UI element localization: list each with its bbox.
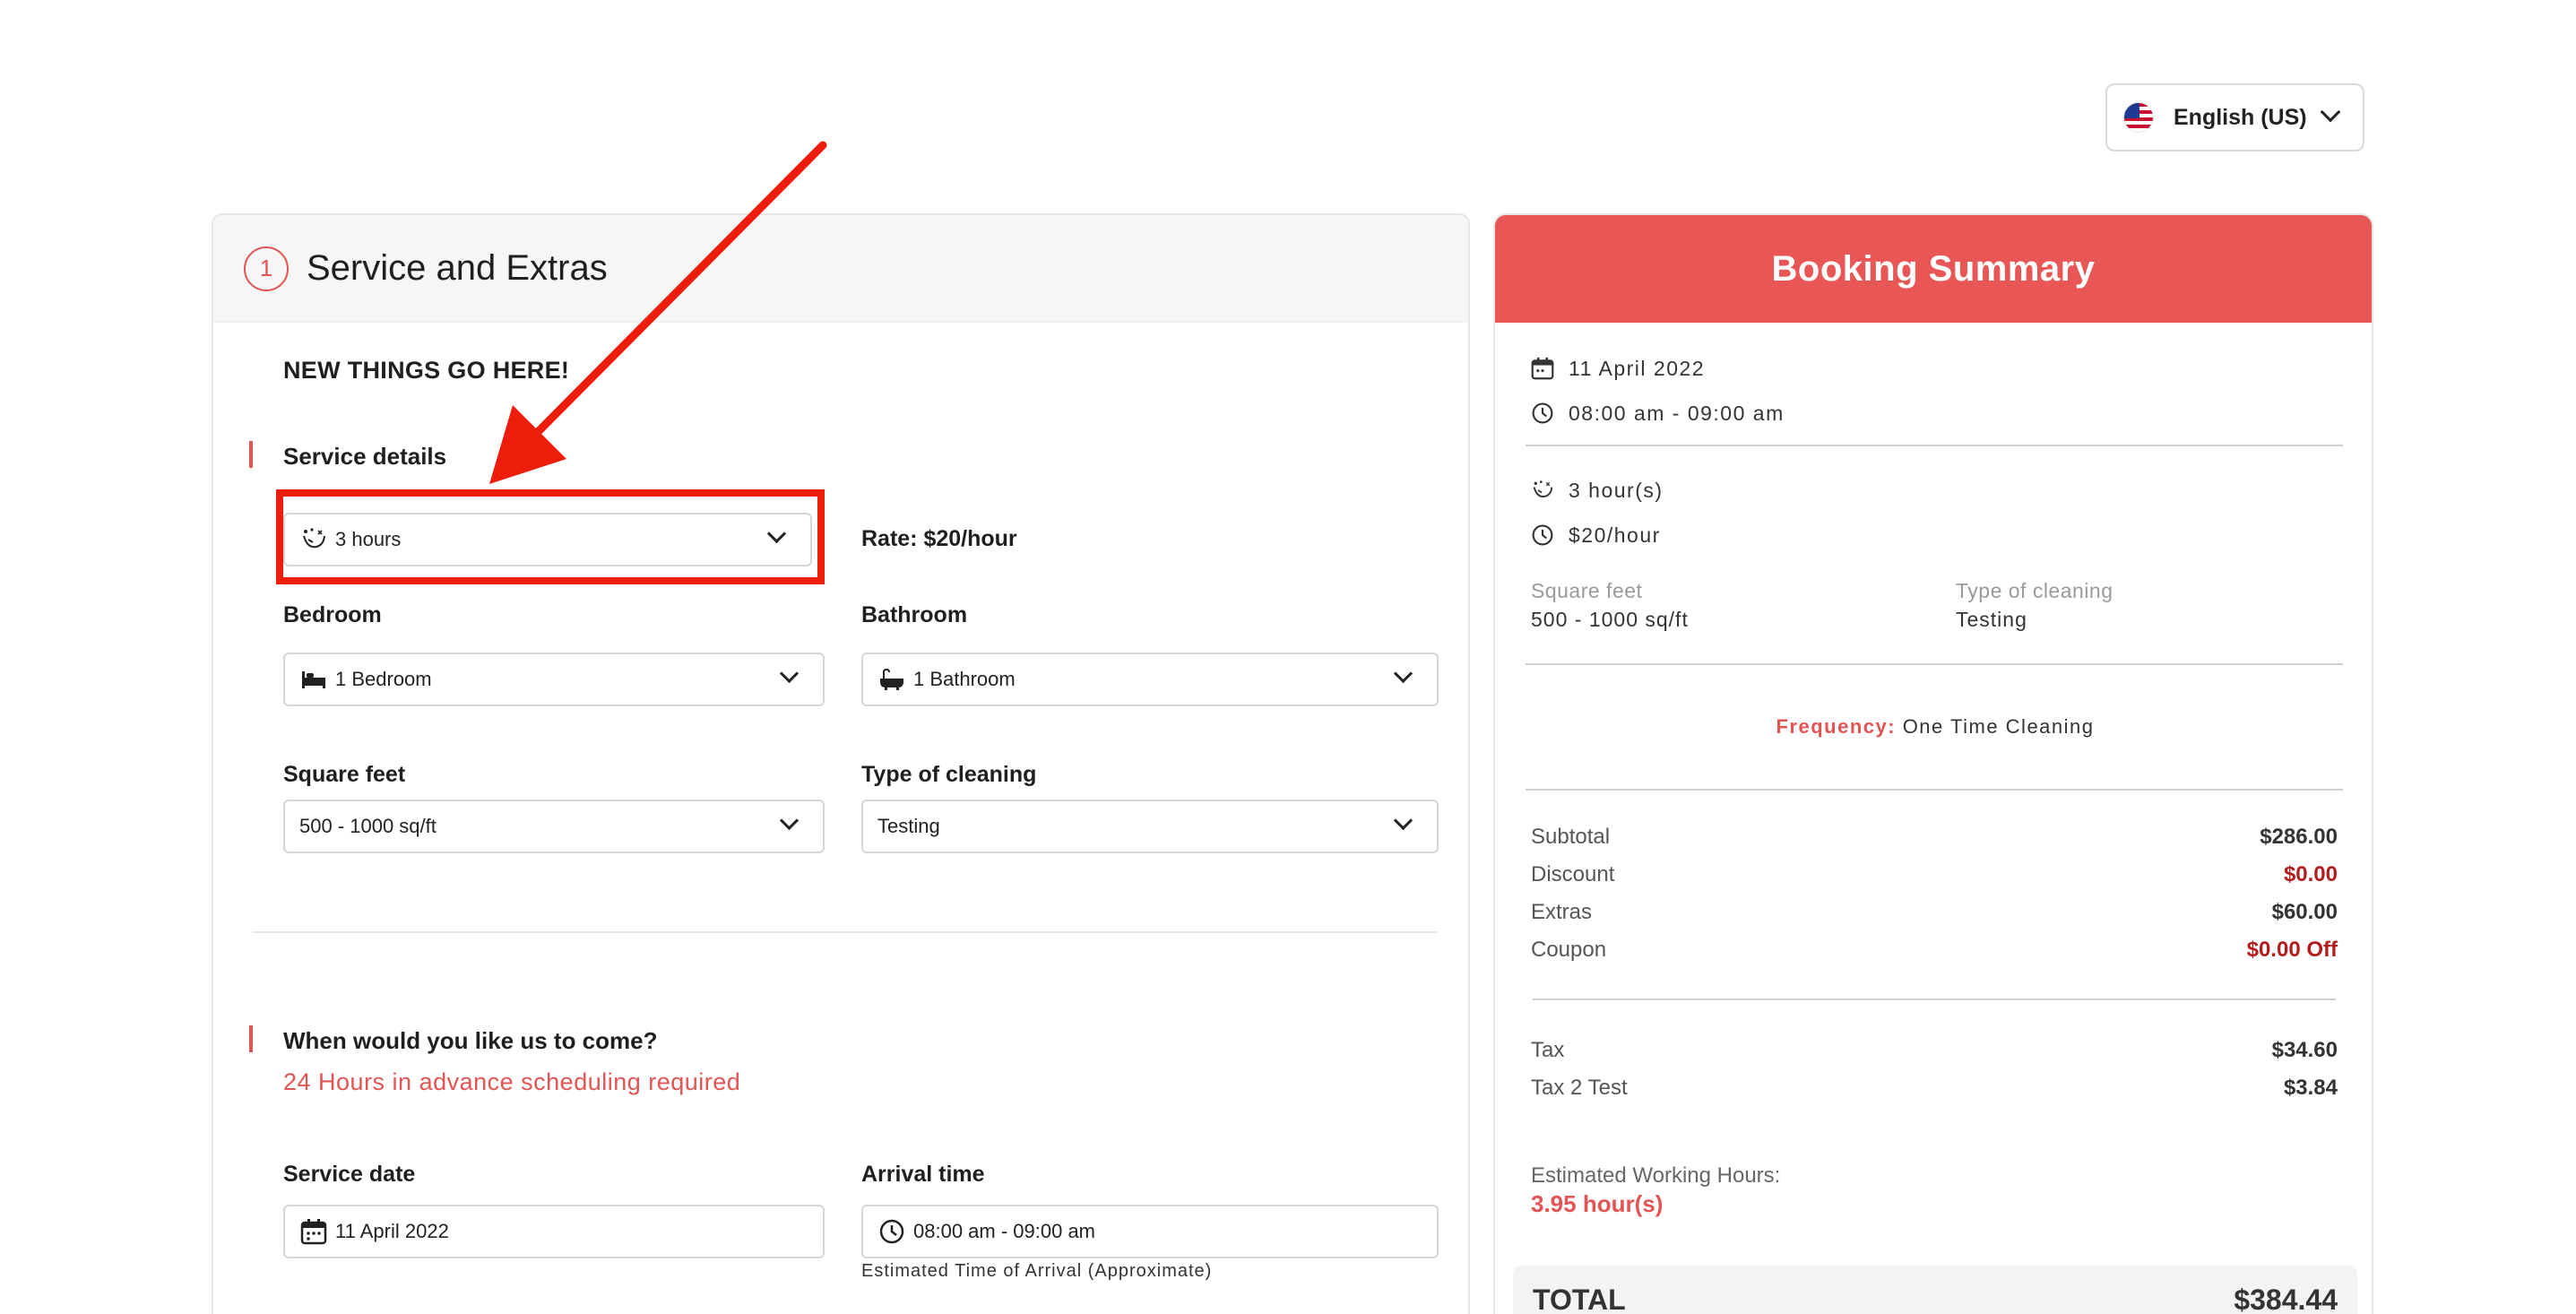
annotation-highlight-box — [276, 489, 825, 584]
service-date-input[interactable]: 11 April 2022 — [283, 1205, 825, 1258]
cleaning-type-select[interactable]: Testing — [861, 800, 1439, 853]
chevron-down-icon — [779, 810, 800, 831]
chevron-down-icon — [1393, 810, 1413, 831]
section-accent-bar — [249, 1025, 253, 1052]
booking-summary-title: Booking Summary — [1495, 215, 2372, 323]
cleaning-type-label: Type of cleaning — [861, 762, 1037, 787]
subtotal-row: Subtotal $286.00 — [1531, 825, 2338, 850]
calendar-icon — [1529, 355, 1556, 382]
calendar-icon — [299, 1218, 328, 1245]
bedroom-select-value: 1 Bedroom — [335, 668, 432, 690]
bathroom-label: Bathroom — [861, 602, 968, 627]
tax2-row: Tax 2 Test $3.84 — [1531, 1076, 2338, 1101]
summary-sqft-value: 500 - 1000 sq/ft — [1531, 608, 1689, 631]
bedroom-select[interactable]: 1 Bedroom — [283, 653, 825, 706]
service-date-value: 11 April 2022 — [335, 1220, 449, 1242]
bathroom-select-value: 1 Bathroom — [913, 668, 1016, 690]
notice-text: NEW THINGS GO HERE! — [283, 357, 570, 384]
subtotal-label: Subtotal — [1531, 825, 1611, 849]
service-extras-header: 1 Service and Extras — [213, 215, 1468, 323]
language-selector[interactable]: English (US) — [2105, 83, 2364, 151]
bathtub-icon — [877, 666, 906, 693]
tax-amount: $34.60 — [2271, 1038, 2338, 1062]
discount-amount: $0.00 — [2283, 862, 2338, 886]
extras-label: Extras — [1531, 900, 1593, 924]
language-label: English (US) — [2174, 104, 2307, 130]
summary-cleaning-value: Testing — [1956, 608, 2027, 631]
chevron-down-icon — [1393, 663, 1413, 684]
service-details-title: Service details — [283, 443, 447, 470]
tax2-label: Tax 2 Test — [1531, 1076, 1628, 1100]
tax-label: Tax — [1531, 1038, 1565, 1062]
section-accent-bar — [249, 441, 253, 468]
summary-time: 08:00 am - 09:00 am — [1569, 401, 1785, 425]
step-number-badge: 1 — [244, 246, 289, 291]
booking-summary-panel: Booking Summary 11 April 2022 08:00 am -… — [1493, 213, 2373, 1314]
frequency-row: Frequency: One Time Cleaning — [1495, 715, 2372, 739]
summary-hours-row: 3 hour(s) — [1529, 477, 1664, 504]
summary-rate-row: $20/hour — [1529, 522, 1661, 549]
frequency-value: One Time Cleaning — [1902, 715, 2095, 738]
sqft-select[interactable]: 500 - 1000 sq/ft — [283, 800, 825, 853]
coupon-row: Coupon $0.00 Off — [1531, 938, 2338, 963]
extras-amount: $60.00 — [2271, 900, 2338, 924]
cleaning-type-select-value: Testing — [877, 815, 940, 837]
estimated-hours-value: 3.95 hour(s) — [1531, 1190, 1664, 1217]
summary-divider — [1526, 789, 2343, 791]
arrival-time-label: Arrival time — [861, 1162, 985, 1187]
summary-cleaning-label: Type of cleaning — [1956, 579, 2114, 602]
schedule-title: When would you like us to come? — [283, 1027, 658, 1054]
tax-row: Tax $34.60 — [1531, 1038, 2338, 1063]
cleaning-hours-icon — [1529, 477, 1556, 504]
summary-sqft-label: Square feet — [1531, 579, 1643, 602]
summary-divider — [1533, 998, 2336, 1000]
rate-label: Rate: $20/hour — [861, 526, 1017, 551]
service-extras-panel: 1 Service and Extras NEW THINGS GO HERE!… — [212, 213, 1470, 1314]
bathroom-select[interactable]: 1 Bathroom — [861, 653, 1439, 706]
total-row: TOTAL $384.44 — [1513, 1266, 2357, 1314]
service-date-label: Service date — [283, 1162, 416, 1187]
arrival-time-value: 08:00 am - 09:00 am — [913, 1220, 1096, 1242]
advance-scheduling-note: 24 Hours in advance scheduling required — [283, 1068, 741, 1095]
chevron-down-icon — [779, 663, 800, 684]
service-extras-title: Service and Extras — [307, 248, 608, 288]
bedroom-label: Bedroom — [283, 602, 382, 627]
coupon-amount: $0.00 Off — [2246, 938, 2338, 962]
clock-icon — [877, 1218, 906, 1245]
total-label: TOTAL — [1533, 1284, 1626, 1314]
summary-rate: $20/hour — [1569, 523, 1661, 547]
chevron-down-icon — [2320, 101, 2341, 123]
summary-date: 11 April 2022 — [1569, 356, 1706, 380]
discount-row: Discount $0.00 — [1531, 862, 2338, 887]
subtotal-amount: $286.00 — [2260, 825, 2338, 849]
section-divider — [253, 931, 1438, 933]
clock-icon — [1529, 522, 1556, 549]
summary-date-row: 11 April 2022 — [1529, 355, 1705, 382]
summary-hours: 3 hour(s) — [1569, 478, 1664, 502]
tax2-amount: $3.84 — [2283, 1076, 2338, 1100]
arrival-time-input[interactable]: 08:00 am - 09:00 am — [861, 1205, 1439, 1258]
estimated-hours-label: Estimated Working Hours: — [1531, 1163, 1781, 1188]
bed-icon — [299, 666, 328, 693]
eta-note: Estimated Time of Arrival (Approximate) — [861, 1261, 1213, 1281]
summary-divider — [1526, 663, 2343, 665]
clock-icon — [1529, 400, 1556, 427]
frequency-label: Frequency: — [1776, 715, 1897, 738]
sqft-label: Square feet — [283, 762, 406, 787]
extras-row: Extras $60.00 — [1531, 900, 2338, 925]
total-amount: $384.44 — [2234, 1284, 2338, 1314]
us-flag-icon — [2123, 102, 2154, 133]
summary-time-row: 08:00 am - 09:00 am — [1529, 400, 1785, 427]
discount-label: Discount — [1531, 862, 1615, 886]
sqft-select-value: 500 - 1000 sq/ft — [299, 815, 437, 837]
summary-divider — [1526, 445, 2343, 446]
coupon-label: Coupon — [1531, 938, 1607, 962]
